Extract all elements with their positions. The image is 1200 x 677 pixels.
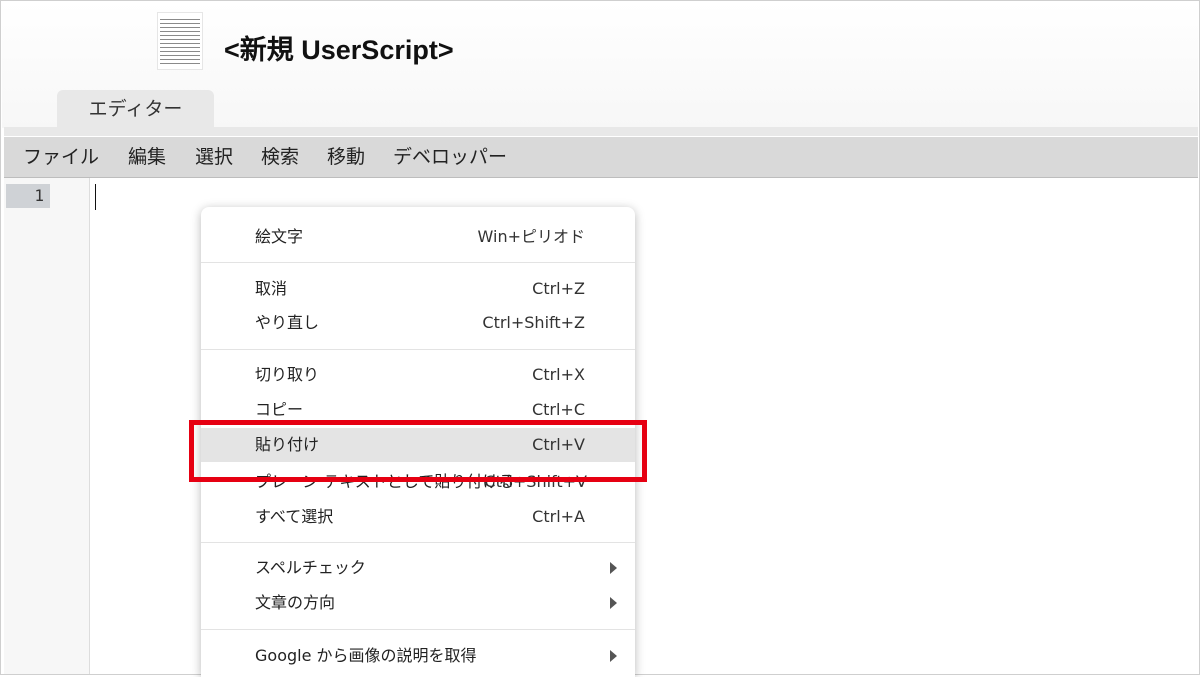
menu-separator — [201, 542, 635, 543]
chevron-right-icon — [610, 562, 617, 574]
menubar: ファイル 編集 選択 検索 移動 デベロッパー — [4, 137, 1198, 178]
menu-developer[interactable]: デベロッパー — [393, 137, 507, 177]
menu-select[interactable]: 選択 — [195, 137, 233, 177]
chevron-right-icon — [610, 650, 617, 662]
menu-separator — [201, 629, 635, 630]
tab-strip — [4, 127, 1198, 136]
tab-editor[interactable]: エディター — [57, 90, 214, 128]
menu-edit[interactable]: 編集 — [128, 137, 166, 177]
menu-separator — [201, 349, 635, 350]
menu-separator — [201, 262, 635, 263]
highlight-annotation-box — [189, 420, 647, 482]
menu-item-google-image-description[interactable]: Google から画像の説明を取得 — [201, 639, 635, 673]
menu-item-cut[interactable]: 切り取り Ctrl+X — [201, 358, 635, 392]
menu-search[interactable]: 検索 — [261, 137, 299, 177]
chevron-right-icon — [610, 597, 617, 609]
text-caret — [95, 184, 96, 210]
line-gutter — [4, 178, 90, 674]
page-title: <新規 UserScript> — [224, 35, 454, 65]
menu-item-text-direction[interactable]: 文章の方向 — [201, 586, 635, 620]
script-thumbnail-icon — [157, 12, 203, 70]
menu-item-undo[interactable]: 取消 Ctrl+Z — [201, 272, 635, 306]
menu-item-spellcheck[interactable]: スペルチェック — [201, 551, 635, 585]
line-number: 1 — [6, 184, 50, 208]
menu-item-redo[interactable]: やり直し Ctrl+Shift+Z — [201, 306, 635, 340]
menu-item-select-all[interactable]: すべて選択 Ctrl+A — [201, 500, 635, 534]
menu-goto[interactable]: 移動 — [327, 137, 365, 177]
menu-file[interactable]: ファイル — [23, 137, 99, 177]
menu-item-emoji[interactable]: 絵文字 Win+ピリオド — [201, 220, 635, 254]
